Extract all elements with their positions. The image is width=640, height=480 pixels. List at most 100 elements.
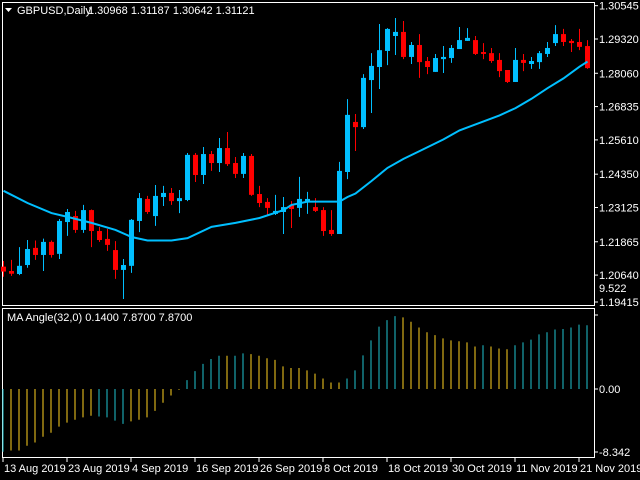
candle-body xyxy=(25,248,30,266)
candle-body xyxy=(329,229,334,235)
candle-body xyxy=(473,40,478,54)
candle-body xyxy=(257,194,262,204)
candle-body xyxy=(313,207,318,211)
price-tick-label: 1.30545 xyxy=(599,1,639,13)
candle-body xyxy=(89,210,94,232)
candle-body xyxy=(441,56,446,60)
candle-body xyxy=(417,44,422,63)
candle-body xyxy=(521,59,526,63)
candle-body xyxy=(353,121,358,128)
date-tick-label: 8 Oct 2019 xyxy=(324,463,378,475)
candle-body xyxy=(537,53,542,63)
candle xyxy=(337,161,342,235)
candle-body xyxy=(177,198,182,202)
candle-body xyxy=(185,154,190,201)
candle-body xyxy=(425,61,430,68)
candle-body xyxy=(545,47,550,54)
candle-body xyxy=(585,46,590,69)
price-tick-label: 1.19415 xyxy=(599,297,639,309)
candle-body xyxy=(449,47,454,59)
candle-body xyxy=(49,241,54,255)
candle-body xyxy=(209,154,214,164)
candle-body xyxy=(345,114,350,172)
candle-body xyxy=(1,266,6,272)
date-tick-label: 4 Sep 2019 xyxy=(132,463,188,475)
candle-body xyxy=(529,61,534,65)
price-tick-label: 1.29320 xyxy=(599,34,639,46)
candle-body xyxy=(577,41,582,47)
candle-body xyxy=(201,154,206,175)
date-tick-label: 11 Nov 2019 xyxy=(516,463,578,475)
candle-body xyxy=(161,192,166,198)
price-tick-label: 1.26835 xyxy=(599,102,639,114)
price-tick-label: 1.23125 xyxy=(599,202,639,214)
candle-body xyxy=(505,69,510,82)
candle-body xyxy=(265,201,270,208)
candle-body xyxy=(361,77,366,128)
candle-body xyxy=(321,210,326,232)
candle-body xyxy=(169,192,174,202)
candle xyxy=(249,154,254,196)
background xyxy=(0,0,640,480)
date-tick-label: 21 Nov 2019 xyxy=(580,463,640,475)
candle xyxy=(185,152,190,202)
candle-body xyxy=(113,250,118,270)
candle-body xyxy=(393,31,398,36)
candle-body xyxy=(553,34,558,44)
candle-body xyxy=(369,65,374,81)
candle-body xyxy=(41,241,46,255)
date-tick-label: 26 Sep 2019 xyxy=(260,463,322,475)
candle-body xyxy=(9,271,14,274)
candle-body xyxy=(249,155,254,195)
candle-body xyxy=(401,31,406,57)
indicator-tick-label: -8.342 xyxy=(599,447,630,459)
candle xyxy=(361,74,366,130)
candle-body xyxy=(57,220,62,254)
candle-body xyxy=(489,53,494,62)
candle-body xyxy=(153,195,158,217)
price-tick-label: 1.24350 xyxy=(599,169,639,181)
candle-body xyxy=(497,59,502,72)
candle xyxy=(505,69,510,84)
candle-body xyxy=(241,155,246,174)
candle-body xyxy=(33,247,38,255)
candle-body xyxy=(145,198,150,212)
candle-body xyxy=(233,163,238,174)
candle-body xyxy=(225,148,230,165)
date-tick-label: 16 Sep 2019 xyxy=(196,463,258,475)
candle-body xyxy=(377,50,382,68)
candle-body xyxy=(105,238,110,245)
indicator-tick-label: 0.00 xyxy=(599,384,620,396)
candle-body xyxy=(457,40,462,50)
price-tick-label: 1.28060 xyxy=(599,68,639,80)
candle-body xyxy=(193,154,198,175)
chart-canvas[interactable]: 1.30545 1.29320 1.28060 1.26835 1.25610 1.243… xyxy=(0,0,640,480)
candle-body xyxy=(121,265,126,270)
date-tick-label: 13 Aug 2019 xyxy=(4,463,66,475)
candle-body xyxy=(217,148,222,164)
candle-body xyxy=(513,59,518,82)
date-tick-label: 18 Oct 2019 xyxy=(388,463,448,475)
symbol-label: GBPUSD,Daily xyxy=(17,5,91,17)
date-tick-label: 23 Aug 2019 xyxy=(68,463,130,475)
indicator-tick-label: 9.522 xyxy=(599,283,627,295)
candle-body xyxy=(385,28,390,51)
candle-body xyxy=(481,52,486,54)
price-tick-label: 1.21865 xyxy=(599,237,639,249)
price-tick-label: 1.20640 xyxy=(599,270,639,282)
candle-body xyxy=(129,219,134,266)
indicator-label: MA Angle(32,0) 0.1400 7.8700 7.8700 xyxy=(7,312,192,324)
ohlc-values: 1.30968 1.31187 1.30642 1.31121 xyxy=(88,5,255,17)
candle-body xyxy=(17,265,22,274)
candle-body xyxy=(97,231,102,240)
candle-body xyxy=(409,44,414,57)
candle xyxy=(57,219,62,260)
candle-body xyxy=(569,40,574,44)
candle-body xyxy=(137,198,142,221)
price-tick-label: 1.25610 xyxy=(599,135,639,147)
candle-body xyxy=(561,34,566,42)
candle xyxy=(129,219,134,273)
date-tick-label: 30 Oct 2019 xyxy=(452,463,512,475)
candle-body xyxy=(465,37,470,41)
candle-body xyxy=(433,58,438,72)
